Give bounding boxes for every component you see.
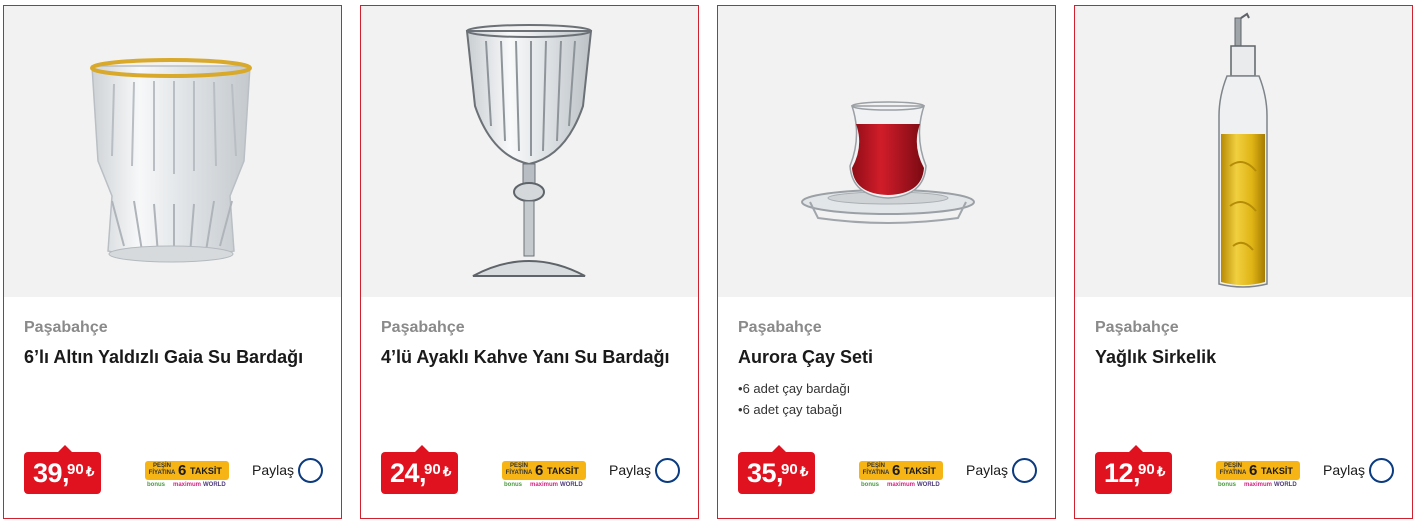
tea-glass-with-saucer-image [801, 101, 975, 224]
product-brand: Paşabahçe [24, 319, 108, 336]
pesin-label: PEŞİN FİYATINA [862, 463, 890, 476]
price-tag: 24, 90 ₺ [381, 445, 458, 494]
price-integer: 24, [390, 458, 427, 488]
world-logo: WORLD [560, 482, 583, 488]
oil-bottle-image [1218, 12, 1268, 288]
product-image[interactable] [718, 6, 1055, 297]
maximum-logo: maximum [530, 482, 559, 488]
maximum-logo: maximum [1244, 482, 1273, 488]
product-title[interactable]: Aurora Çay Seti [738, 347, 873, 368]
pesin-label: PEŞİN FİYATINA [1219, 463, 1247, 476]
pesin-label: PEŞİN FİYATINA [505, 463, 533, 476]
product-grid: Paşabahçe 6’lı Altın Yaldızlı Gaia Su Ba… [0, 0, 1417, 524]
installment-badge: PEŞİN FİYATINA 6 TAKSİT bonus maximum WO… [1216, 461, 1300, 493]
price-decimal: 90 [424, 461, 441, 478]
product-image[interactable] [4, 6, 341, 297]
feature-item: 6 adet çay bardağı [738, 378, 851, 399]
installment-badge: PEŞİN FİYATINA 6 TAKSİT bonus maximum WO… [145, 461, 229, 493]
feature-item: 6 adet çay tabağı [738, 399, 850, 420]
share-icon[interactable] [1369, 458, 1394, 483]
card-logos: bonus maximum WORLD [145, 482, 229, 492]
installment-count: 6 [1249, 462, 1258, 479]
bonus-logo: bonus [504, 482, 522, 488]
world-logo: WORLD [203, 482, 226, 488]
installment-badge: PEŞİN FİYATINA 6 TAKSİT bonus maximum WO… [859, 461, 943, 493]
card-logos: bonus maximum WORLD [502, 482, 586, 492]
pesin-label: PEŞİN FİYATINA [148, 463, 176, 476]
card-logos: bonus maximum WORLD [1216, 482, 1300, 492]
bonus-logo: bonus [861, 482, 879, 488]
installment-word: TAKSİT [1261, 466, 1293, 476]
installment-word: TAKSİT [190, 466, 222, 476]
card-logos: bonus maximum WORLD [859, 482, 943, 492]
share-label[interactable]: Paylaş [966, 462, 1008, 478]
price-integer: 12, [1104, 458, 1141, 488]
price-decimal: 90 [1138, 461, 1155, 478]
currency-symbol: ₺ [443, 464, 452, 479]
installment-badge-top: PEŞİN FİYATINA 6 TAKSİT [145, 461, 229, 480]
product-card[interactable]: Paşabahçe Aurora Çay Seti 6 adet çay bar… [717, 5, 1056, 519]
bonus-logo: bonus [147, 482, 165, 488]
share-label[interactable]: Paylaş [609, 462, 651, 478]
maximum-logo: maximum [173, 482, 202, 488]
installment-count: 6 [892, 462, 901, 479]
installment-badge-top: PEŞİN FİYATINA 6 TAKSİT [1216, 461, 1300, 480]
product-brand: Paşabahçe [381, 319, 465, 336]
installment-word: TAKSİT [904, 466, 936, 476]
product-card[interactable]: Paşabahçe 4’lü Ayaklı Kahve Yanı Su Bard… [360, 5, 699, 519]
installment-badge-top: PEŞİN FİYATINA 6 TAKSİT [502, 461, 586, 480]
price-tag: 12, 90 ₺ [1095, 445, 1172, 494]
product-title[interactable]: 6’lı Altın Yaldızlı Gaia Su Bardağı [24, 347, 303, 368]
stemmed-glass-image [465, 24, 593, 277]
price-decimal: 90 [67, 461, 84, 478]
product-card[interactable]: Paşabahçe 6’lı Altın Yaldızlı Gaia Su Ba… [3, 5, 342, 519]
maximum-logo: maximum [887, 482, 916, 488]
price-tag: 39, 90 ₺ [24, 445, 101, 494]
share-icon[interactable] [1012, 458, 1037, 483]
world-logo: WORLD [1274, 482, 1297, 488]
feature-list: 6 adet çay bardağı 6 adet çay tabağı [738, 378, 851, 420]
price-decimal: 90 [781, 461, 798, 478]
installment-badge-top: PEŞİN FİYATINA 6 TAKSİT [859, 461, 943, 480]
share-label[interactable]: Paylaş [252, 462, 294, 478]
product-title[interactable]: 4’lü Ayaklı Kahve Yanı Su Bardağı [381, 347, 669, 368]
product-brand: Paşabahçe [738, 319, 822, 336]
product-image[interactable] [1075, 6, 1412, 297]
share-icon[interactable] [655, 458, 680, 483]
world-logo: WORLD [917, 482, 940, 488]
installment-word: TAKSİT [547, 466, 579, 476]
product-image[interactable] [361, 6, 698, 297]
installment-count: 6 [178, 462, 187, 479]
share-label[interactable]: Paylaş [1323, 462, 1365, 478]
price-integer: 39, [33, 458, 70, 488]
product-card[interactable]: Paşabahçe Yağlık Sirkelik 12, 90 ₺ PEŞİN… [1074, 5, 1413, 519]
price-tag: 35, 90 ₺ [738, 445, 815, 494]
price-integer: 35, [747, 458, 784, 488]
product-brand: Paşabahçe [1095, 319, 1179, 336]
currency-symbol: ₺ [1157, 464, 1166, 479]
product-title[interactable]: Yağlık Sirkelik [1095, 347, 1216, 368]
bonus-logo: bonus [1218, 482, 1236, 488]
installment-badge: PEŞİN FİYATINA 6 TAKSİT bonus maximum WO… [502, 461, 586, 493]
currency-symbol: ₺ [86, 464, 95, 479]
currency-symbol: ₺ [800, 464, 809, 479]
gold-rim-tumbler-glass-image [90, 58, 252, 263]
share-icon[interactable] [298, 458, 323, 483]
installment-count: 6 [535, 462, 544, 479]
